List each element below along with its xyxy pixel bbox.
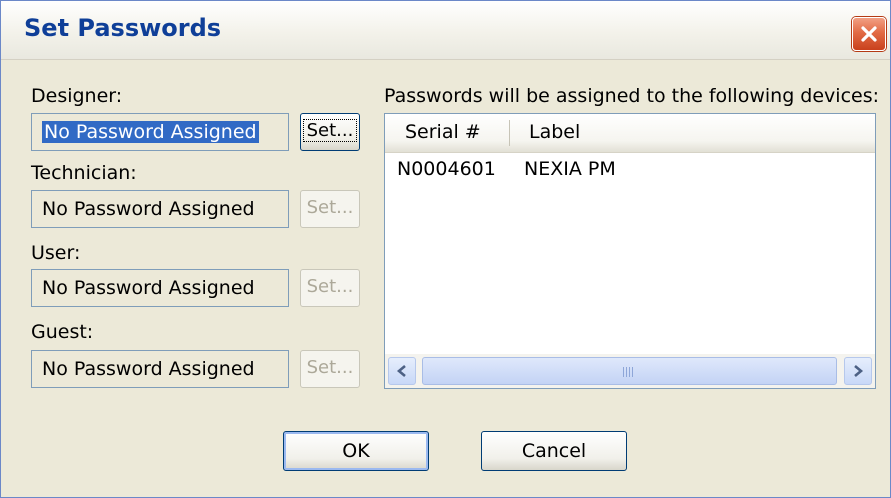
guest-label: Guest:	[31, 321, 94, 343]
user-password-value: No Password Assigned	[42, 277, 255, 299]
device-label: NEXIA PM	[524, 158, 616, 180]
set-passwords-dialog: Set Passwords Designer: No Password Assi…	[0, 0, 891, 498]
designer-label: Designer:	[31, 85, 123, 107]
close-button[interactable]	[852, 17, 886, 51]
window-title: Set Passwords	[24, 14, 222, 42]
chevron-right-icon	[854, 365, 864, 377]
scroll-left-button[interactable]	[388, 357, 416, 385]
guest-set-label: Set...	[306, 357, 354, 378]
user-password-field[interactable]: No Password Assigned	[31, 269, 289, 307]
user-set-label: Set...	[306, 276, 354, 297]
thumb-grip	[623, 367, 635, 377]
guest-password-field[interactable]: No Password Assigned	[31, 350, 289, 388]
column-header-label[interactable]: Label	[529, 121, 580, 143]
user-set-button[interactable]: Set...	[300, 269, 360, 307]
close-icon	[861, 26, 877, 42]
column-header-serial[interactable]: Serial #	[405, 121, 481, 143]
technician-password-value: No Password Assigned	[42, 198, 255, 220]
guest-set-button[interactable]: Set...	[300, 350, 360, 388]
user-label: User:	[31, 242, 81, 264]
scroll-thumb[interactable]	[422, 357, 837, 385]
technician-password-field[interactable]: No Password Assigned	[31, 190, 289, 228]
designer-password-value: No Password Assigned	[42, 121, 259, 143]
ok-button[interactable]: OK	[283, 431, 429, 471]
scroll-right-button[interactable]	[844, 357, 872, 385]
chevron-left-icon	[396, 365, 406, 377]
technician-label: Technician:	[31, 162, 137, 184]
horizontal-scrollbar[interactable]	[385, 354, 875, 388]
device-list[interactable]: Serial # Label N0004601 NEXIA PM	[384, 113, 876, 389]
guest-password-value: No Password Assigned	[42, 358, 255, 380]
designer-password-field[interactable]: No Password Assigned	[31, 113, 289, 151]
technician-set-button[interactable]: Set...	[300, 190, 360, 228]
devices-caption: Passwords will be assigned to the follow…	[384, 85, 880, 107]
column-divider[interactable]	[509, 120, 510, 146]
list-header: Serial # Label	[385, 114, 875, 153]
designer-set-label: Set...	[302, 119, 358, 142]
designer-set-button[interactable]: Set...	[300, 113, 360, 151]
device-serial: N0004601	[397, 158, 496, 180]
cancel-button[interactable]: Cancel	[481, 431, 627, 471]
technician-set-label: Set...	[306, 197, 354, 218]
title-bar[interactable]: Set Passwords	[1, 1, 890, 60]
